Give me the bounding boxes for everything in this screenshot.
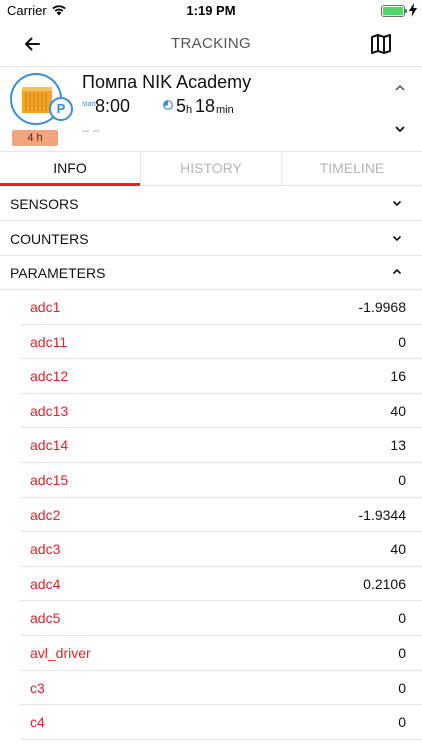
object-name: Помпа NIK Academy [82, 72, 252, 92]
parameter-name: adc15 [30, 471, 69, 488]
parameter-name: c3 [30, 679, 45, 696]
section-parameters[interactable]: PARAMETERS [0, 255, 422, 290]
battery-icon [381, 5, 405, 17]
parameter-value: 0 [398, 610, 406, 627]
duration-hours-unit: h [186, 104, 193, 116]
parameter-value: -1.9968 [358, 299, 406, 315]
parameter-name: adc12 [30, 368, 69, 385]
tab-bar: INFO HISTORY TIMELINE [0, 151, 422, 186]
parameter-name: adc2 [30, 506, 61, 523]
folded-map-icon[interactable] [370, 33, 392, 55]
start-time: 8:00 [95, 96, 131, 116]
list-item: adc5 0 [20, 601, 422, 636]
tab-info[interactable]: INFO [0, 152, 141, 186]
duration-minutes-unit: min [216, 104, 234, 116]
status-time: 1:19 PM [186, 3, 236, 18]
nav-bar: TRACKING [0, 22, 422, 66]
parameter-value: 0 [398, 679, 406, 696]
list-item: adc4 0.2106 [20, 567, 422, 602]
list-item: adc15 0 [20, 463, 422, 498]
list-item: adc13 40 [20, 394, 422, 429]
address-text: -- -- [82, 125, 100, 137]
parameter-value: 13 [390, 437, 406, 454]
parameter-value: 0 [398, 714, 406, 731]
section-counters-label: COUNTERS [10, 231, 89, 247]
chevron-down-icon [392, 235, 402, 242]
parameter-list: adc1 -1.9968 adc11 0 adc12 16 adc13 40 a… [0, 290, 422, 740]
list-item: c3 0 [20, 671, 422, 706]
list-item: avl_driver 0 [20, 636, 422, 671]
section-sensors[interactable]: SENSORS [0, 186, 422, 221]
charging-bolt-icon [409, 3, 417, 17]
chevron-up-icon [392, 268, 402, 275]
list-item: adc14 13 [20, 428, 422, 463]
parking-duration-badge: 4 h [12, 130, 58, 146]
clock-icon [163, 100, 173, 110]
status-bar: Carrier 1:19 PM [0, 0, 422, 22]
chevron-down-icon [392, 200, 402, 207]
parameter-value: -1.9344 [358, 506, 406, 523]
battery-tip [405, 9, 407, 13]
parameter-name: adc3 [30, 541, 61, 558]
parameter-value: 0 [398, 471, 406, 488]
list-item: adc1 -1.9968 [20, 290, 422, 325]
section-sensors-label: SENSORS [10, 196, 79, 212]
start-label: start [82, 101, 96, 108]
duration-hours: 5 [176, 96, 187, 116]
parameter-value: 0 [398, 333, 406, 350]
parking-status-badge: P [49, 97, 73, 121]
section-parameters-label: PARAMETERS [10, 265, 106, 281]
page-title: TRACKING [171, 35, 251, 52]
list-item: c4 0 [20, 705, 422, 740]
list-item: adc11 0 [20, 325, 422, 360]
chevron-down-icon[interactable] [393, 122, 407, 136]
parameter-value: 40 [390, 402, 406, 419]
list-item: adc3 40 [20, 532, 422, 567]
duration-minutes: 18 [195, 96, 216, 116]
parameter-value: 16 [390, 368, 406, 385]
parameter-value: 0 [398, 644, 406, 661]
parameter-name: adc4 [30, 575, 61, 592]
tab-timeline[interactable]: TIMELINE [282, 152, 422, 185]
list-item: adc2 -1.9344 [20, 498, 422, 533]
tab-history[interactable]: HISTORY [141, 152, 282, 185]
parameter-name: avl_driver [30, 644, 91, 661]
parameter-value: 40 [390, 541, 406, 558]
parameter-name: adc14 [30, 437, 69, 454]
parameter-name: adc11 [30, 333, 68, 350]
section-counters[interactable]: COUNTERS [0, 221, 422, 256]
battery-level [383, 7, 403, 15]
object-header: P 4 h Помпа NIK Academy start 8:00 5 h 1… [0, 66, 422, 151]
parameter-value: 0.2106 [363, 575, 406, 592]
parameter-name: adc5 [30, 610, 61, 627]
list-item: adc12 16 [20, 359, 422, 394]
chevron-up-icon[interactable] [393, 81, 407, 95]
parameter-name: c4 [30, 714, 45, 731]
parameter-name: adc1 [30, 299, 61, 315]
parameter-name: adc13 [30, 402, 69, 419]
